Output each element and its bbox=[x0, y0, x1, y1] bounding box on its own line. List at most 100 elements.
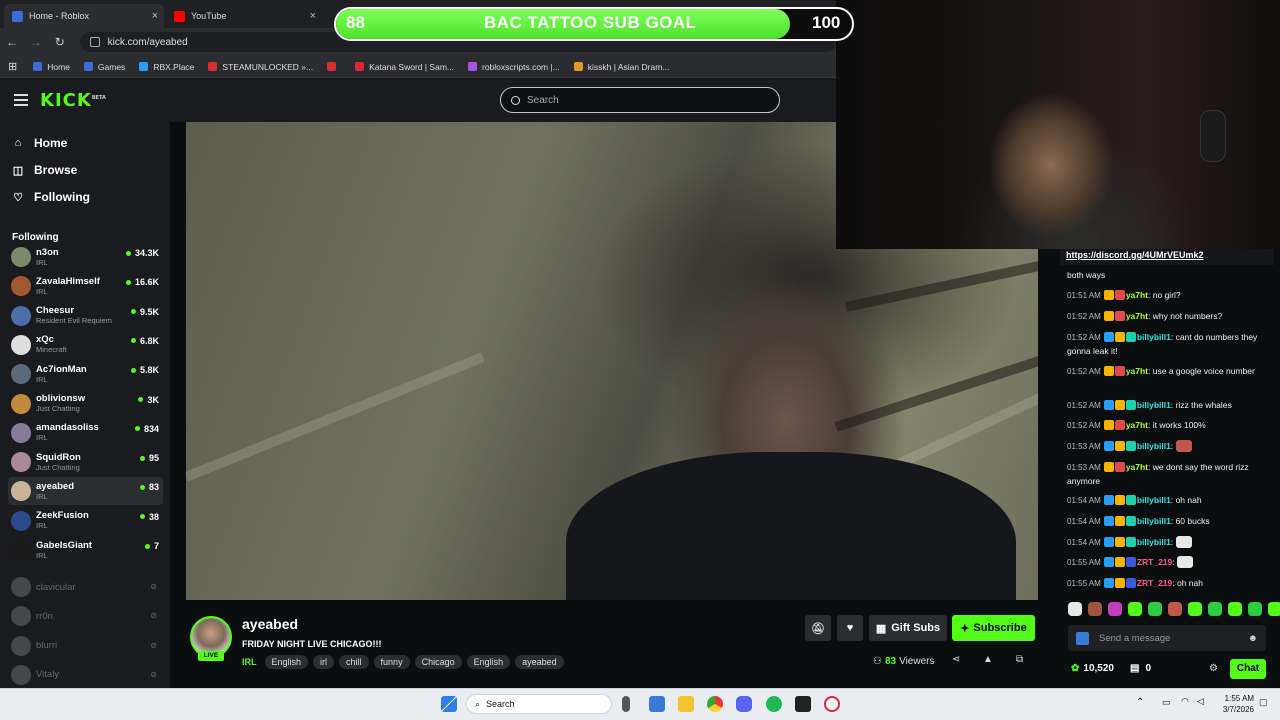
chat-username[interactable]: ya7ht bbox=[1126, 311, 1148, 321]
follow-button[interactable]: ♥ bbox=[837, 615, 863, 641]
discord-icon[interactable] bbox=[736, 696, 752, 712]
chat-username[interactable]: billybill1 bbox=[1137, 495, 1171, 505]
chat-username[interactable]: ya7ht bbox=[1126, 366, 1148, 376]
tray-chevron-icon[interactable]: ⌃ bbox=[1136, 697, 1144, 708]
bookmark-item[interactable]: kisskh | Asian Dram... bbox=[573, 62, 669, 72]
chat-username[interactable]: ZRT_219 bbox=[1137, 557, 1172, 567]
kick-logo[interactable]: KICKBETA bbox=[40, 90, 106, 111]
emote-icon[interactable] bbox=[1208, 602, 1222, 616]
search-input[interactable]: Search bbox=[500, 87, 780, 113]
sidebar-channel-offline[interactable]: clavicular ⊘ bbox=[8, 573, 163, 601]
stream-tag[interactable]: Chicago bbox=[414, 655, 462, 669]
stream-tag[interactable]: funny bbox=[373, 655, 410, 669]
widgets-icon[interactable] bbox=[649, 696, 665, 712]
sidebar-channel-offline[interactable]: rr0n ⊘ bbox=[8, 602, 163, 630]
chat-input[interactable]: Send a message ☻ bbox=[1068, 625, 1266, 651]
emote-icon[interactable] bbox=[1188, 602, 1202, 616]
stream-tag[interactable]: English bbox=[466, 655, 511, 669]
subscribe-button[interactable]: ✦ Subscribe bbox=[952, 615, 1035, 641]
chat-username[interactable]: billybill1 bbox=[1137, 537, 1171, 547]
streamer-name[interactable]: ayeabed bbox=[242, 616, 298, 632]
stream-tag[interactable]: chill bbox=[339, 655, 369, 669]
emote-icon[interactable] bbox=[1228, 602, 1242, 616]
chat-username[interactable]: ZRT_219 bbox=[1137, 578, 1172, 588]
channel-points[interactable]: ✿ 10,520 ▤ 0 bbox=[1071, 663, 1151, 674]
emote-icon[interactable] bbox=[1168, 602, 1182, 616]
close-tab-icon[interactable]: × bbox=[152, 10, 158, 22]
emote-icon[interactable] bbox=[1128, 602, 1142, 616]
sidebar-channel[interactable]: SquidRon Just Chatting 95 bbox=[8, 448, 163, 476]
spotify-icon[interactable] bbox=[766, 696, 782, 712]
bookmark-item[interactable]: STEAMUNLOCKED »... bbox=[208, 62, 313, 72]
emote-icon[interactable] bbox=[1108, 602, 1122, 616]
volume-icon[interactable]: ◁ bbox=[1197, 696, 1204, 707]
stream-tag[interactable]: English bbox=[264, 655, 309, 669]
sidebar-nav-home[interactable]: ⌂ Home bbox=[12, 136, 68, 150]
sidebar-channel-offline[interactable]: Vitaly ⊘ bbox=[8, 661, 163, 689]
sidebar-channel-offline[interactable]: blurri ⊘ bbox=[8, 632, 163, 660]
emote-icon[interactable] bbox=[1148, 602, 1162, 616]
sidebar-channel[interactable]: xQc Minecraft 6.8K bbox=[8, 331, 163, 359]
wifi-icon[interactable]: ◠ bbox=[1181, 696, 1189, 707]
bookmark-item[interactable]: robloxscripts.com |... bbox=[468, 62, 560, 72]
emoji-icon[interactable]: ☻ bbox=[1248, 633, 1258, 644]
bookmark-item[interactable]: Home bbox=[33, 62, 70, 72]
bookmark-item[interactable]: Games bbox=[83, 62, 125, 72]
chat-username[interactable]: ya7ht bbox=[1126, 290, 1148, 300]
browser-tab-roblox[interactable]: Home - Roblox × bbox=[4, 4, 164, 28]
mute-notifications-button[interactable]: 🔕︎ bbox=[805, 615, 831, 641]
close-tab-icon[interactable]: × bbox=[310, 10, 316, 22]
battery-icon[interactable]: ▭ bbox=[1162, 697, 1171, 708]
sidebar-channel[interactable]: ZavalaHimself IRL 16.6K bbox=[8, 272, 163, 300]
sidebar-channel[interactable]: GabeIsGiant IRL 7 bbox=[8, 536, 163, 564]
taskbar-search[interactable]: ⌕ Search bbox=[466, 694, 612, 714]
notification-icon[interactable]: ▢ bbox=[1259, 697, 1268, 708]
chat-username[interactable]: billybill1 bbox=[1137, 516, 1171, 526]
gift-subs-button[interactable]: ▦ Gift Subs bbox=[869, 615, 947, 641]
task-view-icon[interactable] bbox=[622, 696, 630, 712]
forward-icon[interactable]: → bbox=[24, 35, 48, 49]
apps-icon[interactable]: ⊞ bbox=[8, 60, 17, 73]
sidebar-channel[interactable]: ayeabed IRL 83 bbox=[8, 477, 163, 506]
sidebar-channel[interactable]: ZeekFusion IRL 38 bbox=[8, 507, 163, 535]
file-explorer-icon[interactable] bbox=[678, 696, 694, 712]
stream-tag[interactable]: irl bbox=[313, 655, 335, 669]
sidebar-nav-following[interactable]: ♡ Following bbox=[12, 190, 90, 204]
bookmark-item[interactable] bbox=[327, 62, 341, 71]
chrome-icon[interactable] bbox=[707, 696, 723, 712]
report-icon[interactable]: ▲ bbox=[983, 654, 993, 665]
stream-tag[interactable]: ayeabed bbox=[515, 655, 564, 669]
bookmark-item[interactable]: Katana Sword | Sam... bbox=[355, 62, 454, 72]
chat-username[interactable]: ya7ht bbox=[1126, 420, 1148, 430]
windows-start-icon[interactable] bbox=[441, 696, 457, 712]
sidebar-channel[interactable]: Ac7ionMan IRL 5.8K bbox=[8, 360, 163, 388]
category-link[interactable]: IRL bbox=[242, 657, 257, 667]
app-icon[interactable] bbox=[795, 696, 811, 712]
bookmark-item[interactable]: RBX.Place bbox=[139, 62, 194, 72]
sidebar-channel[interactable]: n3on IRL 34.3K bbox=[8, 243, 163, 271]
chat-settings-icon[interactable]: ⚙ bbox=[1209, 663, 1218, 674]
emote-icon[interactable] bbox=[1248, 602, 1262, 616]
chat-username[interactable]: billybill1 bbox=[1137, 400, 1171, 410]
gift-box-icon[interactable]: ▤ bbox=[1130, 663, 1139, 674]
emote-icon[interactable] bbox=[1268, 602, 1280, 616]
share-icon[interactable]: ⋖ bbox=[952, 654, 960, 665]
sidebar-channel[interactable]: amandasoliss IRL 834 bbox=[8, 419, 163, 447]
chat-username[interactable]: billybill1 bbox=[1137, 332, 1171, 342]
back-icon[interactable]: ← bbox=[0, 35, 24, 49]
sidebar-nav-browse[interactable]: ◫ Browse bbox=[12, 163, 78, 177]
clip-icon[interactable]: ⧉ bbox=[1016, 654, 1023, 665]
reload-icon[interactable]: ↻ bbox=[48, 35, 72, 49]
browser-tab-youtube[interactable]: YouTube × bbox=[166, 4, 322, 28]
chat-send-button[interactable]: Chat bbox=[1230, 659, 1266, 679]
system-clock[interactable]: 1:55 AM 3/7/2026 bbox=[1216, 693, 1254, 715]
sidebar-channel[interactable]: oblivionsw Just Chatting 3K bbox=[8, 390, 163, 418]
site-info-icon[interactable] bbox=[89, 37, 100, 47]
chat-username[interactable]: billybill1 bbox=[1137, 441, 1171, 451]
chat-username[interactable]: ya7ht bbox=[1126, 462, 1148, 472]
emote-icon[interactable] bbox=[1088, 602, 1102, 616]
emote-icon[interactable] bbox=[1068, 602, 1082, 616]
sidebar-channel[interactable]: Cheesur Resident Evil Requiem 9.5K bbox=[8, 302, 163, 330]
menu-icon[interactable] bbox=[14, 94, 28, 106]
opera-icon[interactable] bbox=[824, 696, 840, 712]
